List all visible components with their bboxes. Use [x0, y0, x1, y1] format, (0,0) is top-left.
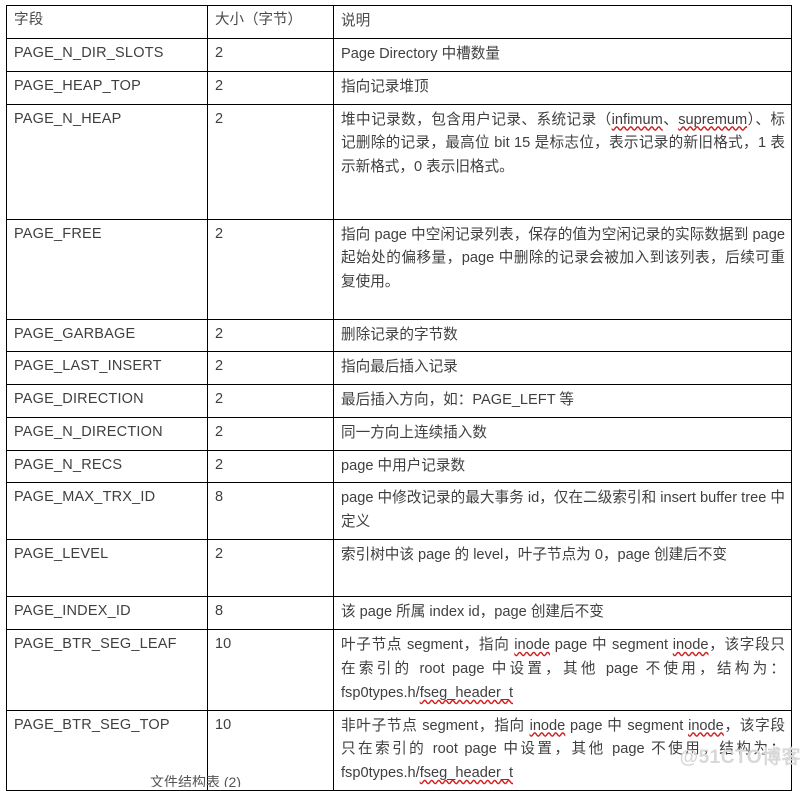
column-header-size: 大小（字节）: [207, 5, 334, 39]
table-row: PAGE_BTR_SEG_LEAF 10 叶子节点 segment，指向 inode…: [6, 629, 792, 711]
cell-field-description: 最后插入方向，如：PAGE_LEFT 等: [333, 384, 792, 418]
cell-field-name: PAGE_INDEX_ID: [6, 596, 208, 631]
cell-field-name: PAGE_LEVEL: [6, 539, 208, 598]
cell-field-name: PAGE_MAX_TRX_ID: [6, 482, 208, 541]
table-row: PAGE_GARBAGE 2 删除记录的字节数: [6, 318, 792, 353]
column-header-description: 说明: [333, 5, 792, 39]
table-row: PAGE_MAX_TRX_ID 8 page 中修改记录的最大事务 id，仅在二级索…: [6, 482, 792, 541]
cell-field-name: PAGE_N_DIR_SLOTS: [6, 38, 208, 72]
cell-field-name: PAGE_DIRECTION: [6, 384, 208, 418]
cell-field-description: 堆中记录数，包含用户记录、系统记录（infimum、supremum）、标记删除…: [333, 103, 792, 220]
cell-field-size: 2: [207, 449, 334, 484]
figure-caption-clipped: 文件结构表 (2): [0, 775, 807, 787]
cell-field-description: 指向记录堆顶: [333, 70, 792, 105]
cell-field-name: PAGE_N_RECS: [6, 449, 208, 484]
table-row: PAGE_N_RECS 2 page 中用户记录数: [6, 449, 792, 484]
cell-field-description: 该 page 所属 index id，page 创建后不变: [333, 596, 792, 631]
cell-field-size: 2: [207, 318, 334, 353]
column-header-field: 字段: [6, 5, 208, 39]
cell-field-name: PAGE_HEAP_TOP: [6, 70, 208, 105]
cell-field-description: 同一方向上连续插入数: [333, 416, 792, 451]
cell-field-description: 指向最后插入记录: [333, 351, 792, 386]
table-header-row: 字段 大小（字节） 说明: [6, 5, 792, 39]
figure-caption-text: 文件结构表 (2): [150, 775, 241, 787]
document-page: 字段 大小（字节） 说明 PAGE_N_DIR_SLOTS 2 Page Direc…: [0, 0, 807, 791]
table-row: PAGE_N_HEAP 2 堆中记录数，包含用户记录、系统记录（infimum、su…: [6, 103, 792, 220]
table-row: PAGE_LEVEL 2 索引树中该 page 的 level，叶子节点为 0，pa…: [6, 539, 792, 598]
table-row: PAGE_HEAP_TOP 2 指向记录堆顶: [6, 70, 792, 105]
cell-field-description: 索引树中该 page 的 level，叶子节点为 0，page 创建后不变: [333, 539, 792, 598]
cell-field-size: 2: [207, 416, 334, 451]
cell-field-size: 2: [207, 351, 334, 386]
cell-field-size: 2: [207, 103, 334, 220]
table-row: PAGE_LAST_INSERT 2 指向最后插入记录: [6, 351, 792, 386]
cell-field-size: 2: [207, 539, 334, 598]
cell-field-size: 2: [207, 38, 334, 72]
table-row: PAGE_DIRECTION 2 最后插入方向，如：PAGE_LEFT 等: [6, 384, 792, 418]
cell-field-name: PAGE_N_DIRECTION: [6, 416, 208, 451]
cell-field-name: PAGE_GARBAGE: [6, 318, 208, 353]
table-row: PAGE_N_DIRECTION 2 同一方向上连续插入数: [6, 416, 792, 451]
cell-field-description: 指向 page 中空闲记录列表，保存的值为空闲记录的实际数据到 page 起始处…: [333, 218, 792, 320]
table-body: 字段 大小（字节） 说明 PAGE_N_DIR_SLOTS 2 Page Direc…: [6, 5, 792, 791]
cell-field-name: PAGE_LAST_INSERT: [6, 351, 208, 386]
cell-field-name: PAGE_FREE: [6, 218, 208, 320]
cell-field-description: Page Directory 中槽数量: [333, 38, 792, 72]
cell-field-size: 2: [207, 70, 334, 105]
table-row: PAGE_INDEX_ID 8 该 page 所属 index id，page 创建…: [6, 596, 792, 631]
cell-field-description: 叶子节点 segment，指向 inode page 中 segment ino…: [333, 629, 792, 711]
table-row: PAGE_FREE 2 指向 page 中空闲记录列表，保存的值为空闲记录的实际数据…: [6, 218, 792, 320]
cell-field-size: 2: [207, 218, 334, 320]
cell-field-name: PAGE_N_HEAP: [6, 103, 208, 220]
cell-field-description: page 中用户记录数: [333, 449, 792, 484]
cell-field-name: PAGE_BTR_SEG_LEAF: [6, 629, 208, 711]
cell-field-size: 2: [207, 384, 334, 418]
cell-field-size: 8: [207, 482, 334, 541]
table-row: PAGE_N_DIR_SLOTS 2 Page Directory 中槽数量: [6, 38, 792, 72]
cell-field-description: 删除记录的字节数: [333, 318, 792, 353]
cell-field-size: 8: [207, 596, 334, 631]
cell-field-description: page 中修改记录的最大事务 id，仅在二级索引和 insert buffer…: [333, 482, 792, 541]
cell-field-size: 10: [207, 629, 334, 711]
page-header-field-table: 字段 大小（字节） 说明 PAGE_N_DIR_SLOTS 2 Page Direc…: [6, 5, 792, 791]
